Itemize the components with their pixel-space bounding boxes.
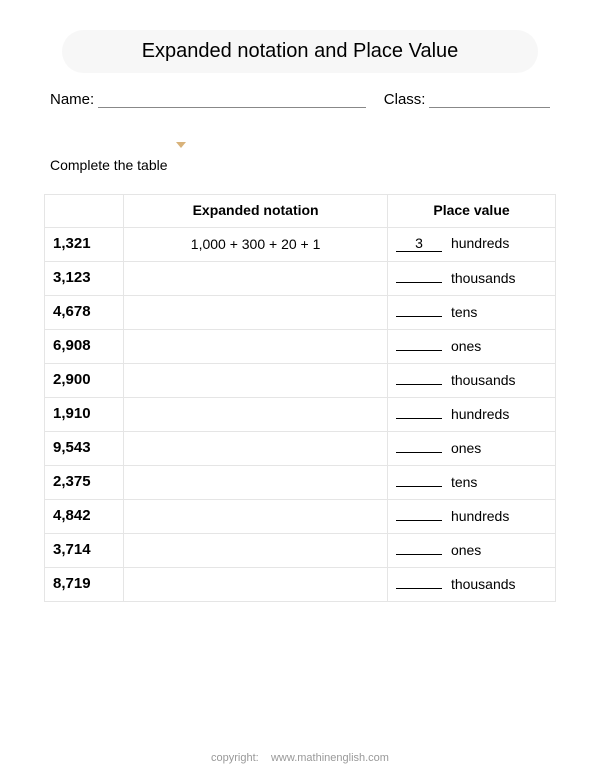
- place-value-cell[interactable]: thousands: [388, 568, 556, 602]
- name-field[interactable]: Name:: [50, 91, 366, 108]
- place-value-unit: tens: [451, 304, 477, 320]
- place-value-cell[interactable]: ones: [388, 534, 556, 568]
- copyright-site: www.mathinenglish.com: [271, 752, 389, 764]
- place-value-cell[interactable]: ones: [388, 330, 556, 364]
- number-cell: 4,678: [45, 296, 124, 330]
- table-row: 6,908 ones: [45, 330, 556, 364]
- table-row: 2,900 thousands: [45, 364, 556, 398]
- place-value-answer[interactable]: [396, 588, 442, 589]
- number-cell: 1,321: [45, 228, 124, 262]
- place-value-unit: tens: [451, 474, 477, 490]
- table-row: 9,543 ones: [45, 432, 556, 466]
- name-label: Name:: [50, 91, 94, 108]
- expanded-cell[interactable]: [124, 534, 388, 568]
- expanded-cell[interactable]: [124, 262, 388, 296]
- header-number: [45, 195, 124, 228]
- expanded-cell[interactable]: 1,000 + 300 + 20 + 1: [124, 228, 388, 262]
- name-input-line[interactable]: [98, 92, 366, 109]
- place-value-unit: thousands: [451, 270, 516, 286]
- expanded-cell[interactable]: [124, 432, 388, 466]
- place-value-cell[interactable]: hundreds: [388, 398, 556, 432]
- place-value-cell[interactable]: tens: [388, 296, 556, 330]
- number-cell: 8,719: [45, 568, 124, 602]
- expanded-cell[interactable]: [124, 330, 388, 364]
- number-cell: 1,910: [45, 398, 124, 432]
- table-row: 8,719 thousands: [45, 568, 556, 602]
- expanded-cell[interactable]: [124, 500, 388, 534]
- table-row: 1,3211,000 + 300 + 20 + 13 hundreds: [45, 228, 556, 262]
- number-cell: 3,714: [45, 534, 124, 568]
- place-value-cell[interactable]: 3 hundreds: [388, 228, 556, 262]
- place-value-unit: thousands: [451, 576, 516, 592]
- table-row: 1,910 hundreds: [45, 398, 556, 432]
- place-value-unit: hundreds: [451, 406, 509, 422]
- place-value-unit: ones: [451, 338, 481, 354]
- number-cell: 4,842: [45, 500, 124, 534]
- table-row: 2,375 tens: [45, 466, 556, 500]
- class-label: Class:: [384, 91, 426, 108]
- number-cell: 2,375: [45, 466, 124, 500]
- class-field[interactable]: Class:: [384, 91, 550, 108]
- copyright-footer: copyright: www.mathinenglish.com: [0, 752, 600, 764]
- place-value-answer[interactable]: 3: [396, 235, 442, 252]
- table-row: 3,714 ones: [45, 534, 556, 568]
- worksheet-title: Expanded notation and Place Value: [62, 30, 538, 73]
- place-value-answer[interactable]: [396, 350, 442, 351]
- place-value-answer[interactable]: [396, 282, 442, 283]
- header-place-value: Place value: [388, 195, 556, 228]
- place-value-answer[interactable]: [396, 384, 442, 385]
- place-value-unit: ones: [451, 542, 481, 558]
- number-cell: 2,900: [45, 364, 124, 398]
- place-value-unit: hundreds: [451, 508, 509, 524]
- copyright-label: copyright:: [211, 752, 259, 764]
- expanded-cell[interactable]: [124, 398, 388, 432]
- place-value-answer[interactable]: [396, 486, 442, 487]
- expanded-cell[interactable]: [124, 364, 388, 398]
- number-cell: 6,908: [45, 330, 124, 364]
- expanded-cell[interactable]: [124, 466, 388, 500]
- pencil-icon: [176, 148, 186, 182]
- instruction-text: Complete the table: [50, 157, 168, 173]
- table-row: 4,678 tens: [45, 296, 556, 330]
- place-value-unit: thousands: [451, 372, 516, 388]
- place-value-cell[interactable]: hundreds: [388, 500, 556, 534]
- expanded-cell[interactable]: [124, 568, 388, 602]
- place-value-answer[interactable]: [396, 554, 442, 555]
- table-header-row: Expanded notation Place value: [45, 195, 556, 228]
- table-row: 3,123 thousands: [45, 262, 556, 296]
- place-value-answer[interactable]: [396, 316, 442, 317]
- place-value-answer[interactable]: [396, 520, 442, 521]
- place-value-answer[interactable]: [396, 452, 442, 453]
- header-expanded: Expanded notation: [124, 195, 388, 228]
- place-value-cell[interactable]: tens: [388, 466, 556, 500]
- place-value-cell[interactable]: thousands: [388, 262, 556, 296]
- number-cell: 3,123: [45, 262, 124, 296]
- place-value-unit: hundreds: [451, 235, 509, 251]
- class-input-line[interactable]: [429, 92, 550, 109]
- number-cell: 9,543: [45, 432, 124, 466]
- place-value-cell[interactable]: ones: [388, 432, 556, 466]
- place-value-cell[interactable]: thousands: [388, 364, 556, 398]
- worksheet-table: Expanded notation Place value 1,3211,000…: [44, 194, 556, 602]
- expanded-cell[interactable]: [124, 296, 388, 330]
- student-meta-row: Name: Class:: [50, 91, 550, 108]
- place-value-answer[interactable]: [396, 418, 442, 419]
- instruction-row: Complete the table: [50, 148, 556, 182]
- table-row: 4,842 hundreds: [45, 500, 556, 534]
- place-value-unit: ones: [451, 440, 481, 456]
